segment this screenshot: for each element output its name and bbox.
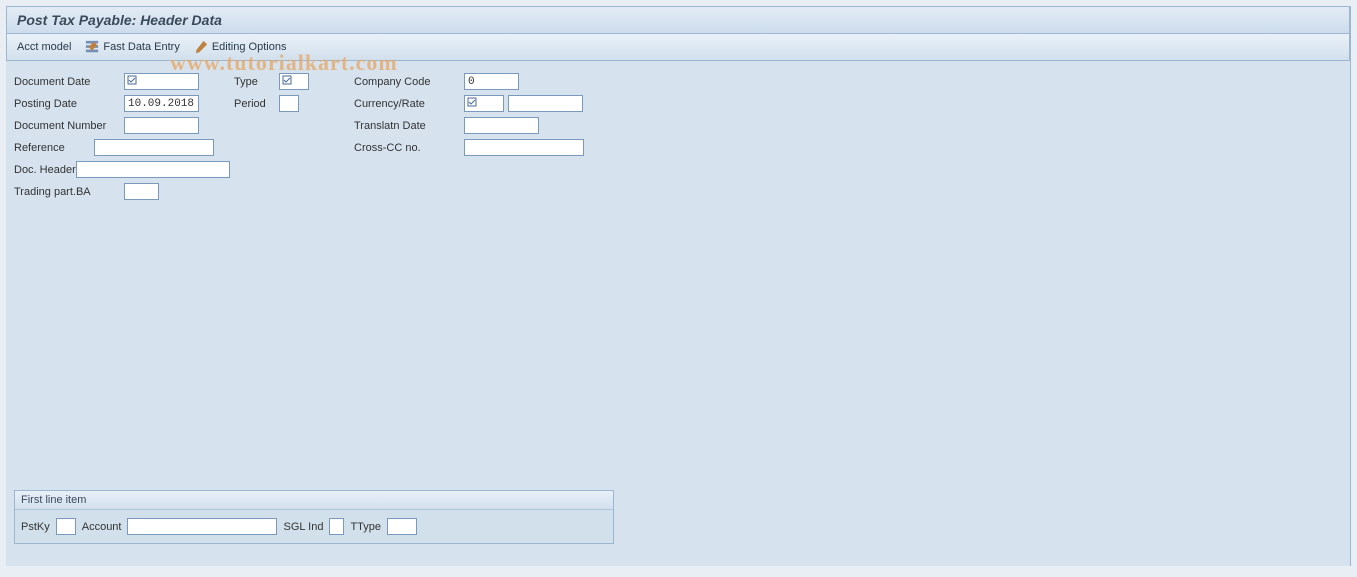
document-date-input[interactable] (124, 73, 199, 90)
sgl-ind-label: SGL Ind (283, 521, 323, 533)
rate-input[interactable] (508, 95, 583, 112)
trading-part-ba-label: Trading part.BA (14, 186, 124, 198)
pencil-icon (194, 40, 208, 54)
page-title: Post Tax Payable: Header Data (6, 6, 1350, 33)
translatn-date-label: Translatn Date (354, 120, 464, 132)
ttype-input[interactable] (387, 518, 417, 535)
document-date-label: Document Date (14, 76, 124, 88)
reference-input[interactable] (94, 139, 214, 156)
cross-cc-no-input[interactable] (464, 139, 584, 156)
account-label: Account (82, 521, 122, 533)
company-code-input[interactable] (464, 73, 519, 90)
form-area: Document Date Posting Date Document Numb… (6, 61, 1350, 566)
doc-header-label: Doc. Header (14, 164, 76, 176)
pstky-label: PstKy (21, 521, 50, 533)
posting-date-label: Posting Date (14, 98, 124, 110)
editing-options-button[interactable]: Editing Options (194, 40, 287, 54)
first-line-item-title: First line item (15, 491, 613, 510)
cross-cc-no-label: Cross-CC no. (354, 142, 464, 154)
fast-data-entry-button[interactable]: Fast Data Entry (85, 40, 179, 54)
ttype-label: TType (350, 521, 381, 533)
sgl-ind-input[interactable] (329, 518, 344, 535)
editing-options-label: Editing Options (212, 41, 287, 53)
company-code-label: Company Code (354, 76, 464, 88)
trading-part-ba-input[interactable] (124, 183, 159, 200)
account-input[interactable] (127, 518, 277, 535)
currency-input[interactable] (464, 95, 504, 112)
currency-rate-label: Currency/Rate (354, 98, 464, 110)
translatn-date-input[interactable] (464, 117, 539, 134)
doc-header-input[interactable] (76, 161, 230, 178)
edit-table-icon (85, 40, 99, 54)
acct-model-label: Acct model (17, 41, 71, 53)
type-label: Type (234, 76, 279, 88)
period-label: Period (234, 98, 279, 110)
period-input[interactable] (279, 95, 299, 112)
posting-date-input[interactable] (124, 95, 199, 112)
toolbar: Acct model Fast Data Entry Editing Optio… (6, 33, 1350, 61)
type-input[interactable] (279, 73, 309, 90)
acct-model-button[interactable]: Acct model (17, 41, 71, 53)
first-line-item-group: First line item PstKy Account SGL Ind TT… (14, 490, 614, 544)
fast-data-entry-label: Fast Data Entry (103, 41, 179, 53)
reference-label: Reference (14, 142, 94, 154)
pstky-input[interactable] (56, 518, 76, 535)
document-number-label: Document Number (14, 120, 124, 132)
document-number-input[interactable] (124, 117, 199, 134)
